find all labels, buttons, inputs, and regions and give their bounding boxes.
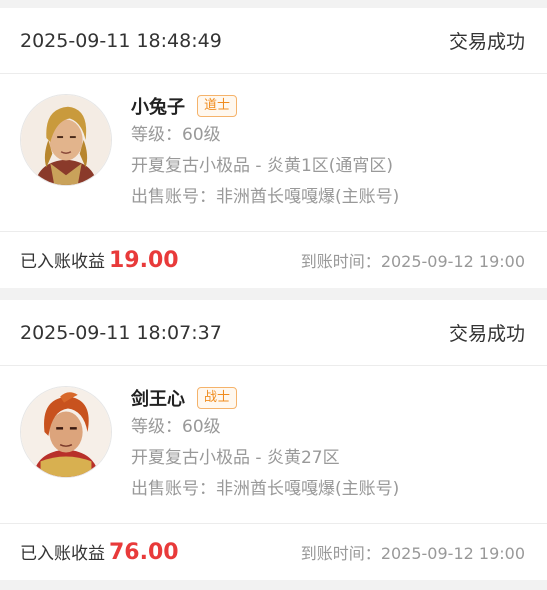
- income-block: 已入账收益 76.00: [20, 539, 179, 565]
- income-label: 已入账收益: [20, 543, 105, 564]
- income-amount: 76.00: [109, 539, 179, 565]
- level-value: 60级: [182, 125, 221, 145]
- order-footer: 已入账收益 19.00 到账时间：2025-09-12 19:00: [0, 232, 547, 287]
- order-status: 交易成功: [448, 323, 525, 345]
- seller-line: 出售账号：非洲酋长嘎嘎爆(主账号): [131, 474, 399, 505]
- order-card[interactable]: 2025-09-11 18:48:49 交易成功 小兔子 道士 等级：60级 开…: [0, 8, 547, 288]
- character-name: 小兔子: [131, 97, 185, 118]
- arrival-label: 到账时间：: [300, 543, 381, 563]
- class-badge: 道士: [197, 95, 238, 117]
- order-detail[interactable]: 剑王心 战士 等级：60级 开夏复古小极品 - 炎黄27区 出售账号：非洲酋长嘎…: [0, 366, 547, 524]
- seller-label: 出售账号：: [131, 479, 216, 499]
- order-header: 2025-09-11 18:48:49 交易成功: [0, 8, 547, 74]
- arrival-time: 2025-09-12 19:00: [380, 251, 525, 271]
- seller-label: 出售账号：: [131, 187, 216, 207]
- order-detail[interactable]: 小兔子 道士 等级：60级 开夏复古小极品 - 炎黄1区(通宵区) 出售账号：非…: [0, 74, 547, 232]
- order-card[interactable]: 2025-09-11 18:07:37 交易成功 剑王心 战士 等级：60级 开…: [0, 300, 547, 580]
- arrival-label: 到账时间：: [300, 251, 381, 271]
- taoist-avatar-icon: [20, 94, 112, 186]
- level-label: 等级：: [131, 125, 182, 145]
- character-name: 剑王心: [131, 389, 185, 410]
- seller-line: 出售账号：非洲酋长嘎嘎爆(主账号): [131, 182, 399, 213]
- order-timestamp: 2025-09-11 18:07:37: [20, 321, 222, 344]
- character-info: 剑王心 战士 等级：60级 开夏复古小极品 - 炎黄27区 出售账号：非洲酋长嘎…: [131, 384, 399, 505]
- warrior-avatar-icon: [20, 386, 112, 478]
- seller-value: 非洲酋长嘎嘎爆(主账号): [216, 479, 400, 499]
- class-badge: 战士: [197, 387, 238, 409]
- level-line: 等级：60级: [131, 412, 399, 443]
- order-header: 2025-09-11 18:07:37 交易成功: [0, 300, 547, 366]
- arrival-block: 到账时间：2025-09-12 19:00: [301, 540, 525, 564]
- server-line: 开夏复古小极品 - 炎黄1区(通宵区): [131, 156, 394, 176]
- income-block: 已入账收益 19.00: [20, 247, 179, 273]
- level-value: 60级: [182, 417, 221, 437]
- level-label: 等级：: [131, 417, 182, 437]
- character-info: 小兔子 道士 等级：60级 开夏复古小极品 - 炎黄1区(通宵区) 出售账号：非…: [131, 92, 399, 213]
- order-status: 交易成功: [448, 31, 525, 53]
- seller-value: 非洲酋长嘎嘎爆(主账号): [216, 187, 400, 207]
- order-timestamp: 2025-09-11 18:48:49: [20, 29, 222, 52]
- server-line: 开夏复古小极品 - 炎黄27区: [131, 448, 340, 468]
- level-line: 等级：60级: [131, 120, 399, 151]
- income-amount: 19.00: [109, 247, 179, 273]
- arrival-block: 到账时间：2025-09-12 19:00: [301, 248, 525, 272]
- income-label: 已入账收益: [20, 251, 105, 272]
- order-footer: 已入账收益 76.00 到账时间：2025-09-12 19:00: [0, 524, 547, 579]
- arrival-time: 2025-09-12 19:00: [380, 543, 525, 563]
